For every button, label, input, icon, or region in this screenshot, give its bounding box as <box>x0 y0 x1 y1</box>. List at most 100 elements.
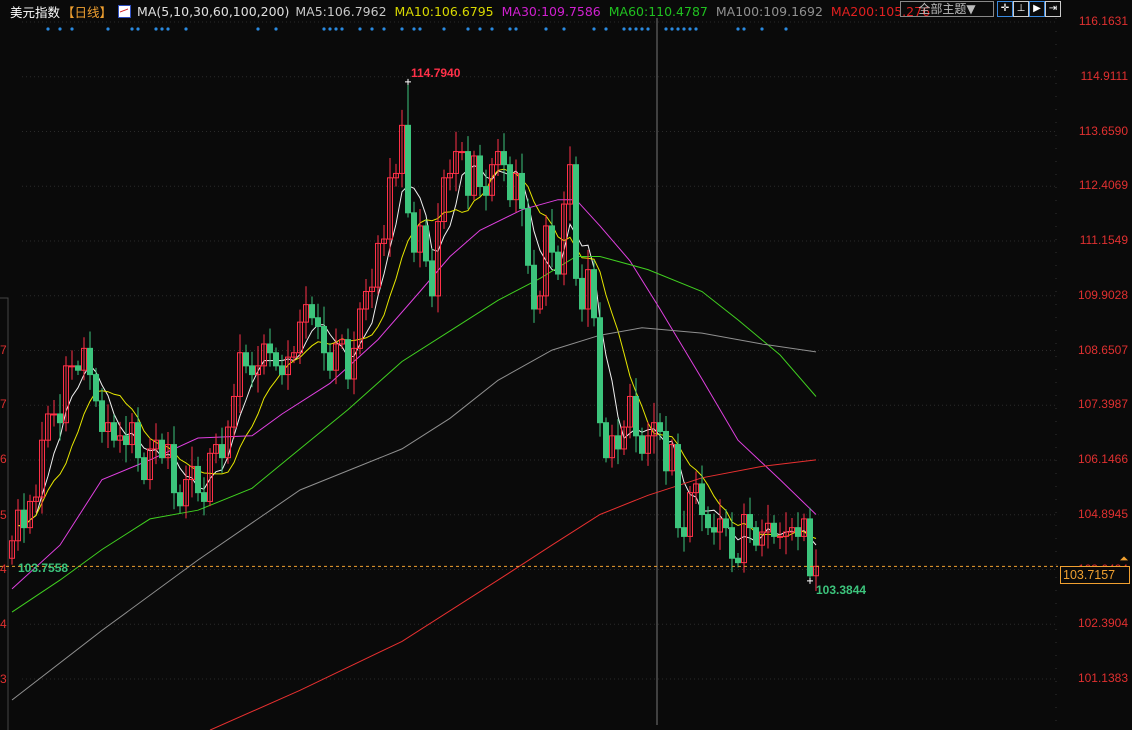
candle-down <box>573 164 579 279</box>
signal-dot <box>640 27 644 31</box>
signal-dot <box>412 27 416 31</box>
current-price-label: 103.7157 <box>1060 566 1130 585</box>
candle-down <box>57 413 63 424</box>
candle-up <box>69 365 75 368</box>
signal-dot <box>478 27 482 31</box>
candle-down <box>639 435 645 454</box>
signal-dot <box>736 27 740 31</box>
candle-down <box>603 422 609 459</box>
candle-down <box>345 339 351 380</box>
candle-up <box>459 151 465 154</box>
candle-down <box>483 186 489 196</box>
left-axis-fragment: 3 <box>0 672 7 686</box>
candle-down <box>663 430 669 472</box>
candle-down <box>579 277 585 310</box>
candle-down <box>141 457 147 481</box>
candle-down <box>99 400 105 432</box>
y-tick-label: 106.1466 <box>1077 452 1128 467</box>
candle-down <box>747 514 753 529</box>
candle-down <box>705 514 711 529</box>
y-tick-label: 101.1383 <box>1077 671 1128 686</box>
candle-down <box>411 212 417 253</box>
candle-down <box>273 352 279 367</box>
candle-down <box>21 509 27 529</box>
left-axis-fragment: 7 <box>0 397 7 411</box>
signal-dot <box>634 27 638 31</box>
candle-down <box>429 260 435 297</box>
candle-down <box>477 155 483 188</box>
signal-dot <box>370 27 374 31</box>
left-axis-fragment: 5 <box>0 508 7 522</box>
ma-params[interactable]: MA(5,10,30,60,100,200) <box>137 4 289 19</box>
low-marker-label: 103.3844 <box>816 582 867 597</box>
candle-up <box>777 535 783 538</box>
candle-down <box>531 264 537 310</box>
y-tick-label: 102.3904 <box>1077 616 1128 631</box>
signal-dot <box>106 27 110 31</box>
candle-down <box>735 557 741 564</box>
signal-dot <box>136 27 140 31</box>
candle-down <box>267 343 273 354</box>
signal-dot <box>742 27 746 31</box>
signal-dot <box>760 27 764 31</box>
y-tick-label: 108.6507 <box>1077 342 1128 357</box>
candle-down <box>309 304 315 319</box>
signal-dot <box>334 27 338 31</box>
signal-dot <box>274 27 278 31</box>
signal-dot <box>184 27 188 31</box>
signal-dot <box>490 27 494 31</box>
candle-down <box>633 395 639 437</box>
candle-down <box>171 444 177 494</box>
signal-dot <box>592 27 596 31</box>
indicator-chart-icon[interactable] <box>118 5 132 18</box>
candle-down <box>405 124 411 214</box>
candle-down <box>249 365 255 376</box>
period-label[interactable]: 【日线】 <box>62 2 112 21</box>
signal-dot <box>166 27 170 31</box>
candle-down <box>219 444 225 459</box>
ma-value-2: MA30:109.7586 <box>501 4 601 19</box>
signal-dot <box>514 27 518 31</box>
candle-down <box>657 422 663 432</box>
candle-down <box>525 207 531 266</box>
candle-down <box>807 518 813 577</box>
candle-down <box>729 527 735 559</box>
high-marker-label: 114.7940 <box>411 65 461 80</box>
signal-dot <box>58 27 62 31</box>
candle-down <box>177 492 183 507</box>
candle-down <box>723 518 729 529</box>
y-tick-label: 107.3987 <box>1077 397 1128 412</box>
signal-dot <box>628 27 632 31</box>
candle-down <box>699 483 705 516</box>
candle-down <box>201 492 207 502</box>
signal-dot <box>418 27 422 31</box>
candle-down <box>315 317 321 327</box>
chart-header: 美元指数 【日线】 MA(5,10,30,60,100,200) MA5:106… <box>10 2 930 21</box>
play-step-icon[interactable]: ▶ <box>1029 1 1045 17</box>
signal-dot <box>382 27 386 31</box>
ma-value-3: MA60:110.4787 <box>608 4 708 19</box>
signal-dot <box>562 27 566 31</box>
signal-dot <box>442 27 446 31</box>
candlestick-chart[interactable] <box>0 0 1132 730</box>
signal-dot <box>544 27 548 31</box>
signal-dot <box>622 27 626 31</box>
candle-up <box>51 413 57 416</box>
signal-dot <box>160 27 164 31</box>
signal-dot <box>694 27 698 31</box>
fit-range-icon[interactable]: ⊥ <box>1013 1 1029 17</box>
candle-down <box>135 422 141 459</box>
candle-down <box>519 172 525 209</box>
crosshair-icon[interactable]: ✛ <box>997 1 1013 17</box>
y-tick-label: 113.6590 <box>1078 123 1128 138</box>
ma100-line <box>11 327 817 701</box>
candle-down <box>423 225 429 262</box>
signal-dot <box>508 27 512 31</box>
y-tick-label: 116.1631 <box>1078 14 1128 28</box>
signal-dot <box>676 27 680 31</box>
instrument-name: 美元指数 <box>10 5 61 20</box>
candle-down <box>279 365 285 376</box>
candle-down <box>615 435 621 450</box>
topic-dropdown-button[interactable]: 全部主题▼ <box>900 1 994 17</box>
signal-dot <box>664 27 668 31</box>
